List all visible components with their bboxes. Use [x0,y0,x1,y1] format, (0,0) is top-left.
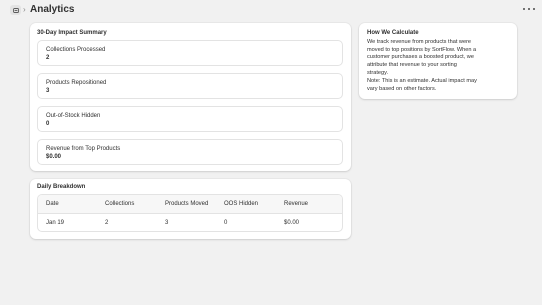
app-glyph-icon [12,7,19,13]
note-line: vary based on other factors. [367,85,437,92]
cell-revenue: $0.00 [284,220,300,226]
more-horizontal-icon[interactable] [523,4,535,14]
page-title: Analytics [30,4,75,15]
impact-summary-title: 30-Day Impact Summary [37,30,107,36]
description-line: customer purchases a boosted product, we [367,54,474,61]
table-header: Date Collections Products Moved OOS Hidd… [38,195,342,214]
daily-breakdown-card: Daily Breakdown Date Collections Product… [30,179,351,239]
description-line: We track revenue from products that were [367,39,472,45]
metric-value: 2 [46,55,50,61]
column-header-collections: Collections [105,201,135,207]
cell-date: Jan 19 [46,220,65,226]
calculation-description: We track revenue from products that were… [367,39,512,78]
metric-label: Out-of-Stock Hidden [46,113,101,119]
daily-breakdown-title: Daily Breakdown [37,184,86,190]
how-we-calculate-card: How We Calculate We track revenue from p… [359,23,517,99]
app-icon[interactable] [10,5,21,15]
metric-label: Collections Processed [46,47,106,53]
breadcrumb-chevron-icon: › [23,5,26,14]
table-row: Jan 19 2 3 0 $0.00 [38,214,342,231]
metric-label: Products Repositioned [46,80,107,86]
how-we-calculate-title: How We Calculate [367,30,419,36]
column-header-revenue: Revenue [284,201,309,207]
daily-breakdown-table: Date Collections Products Moved OOS Hidd… [37,194,343,232]
description-line: strategy. [367,69,389,76]
description-line: attribute that revenue to your sorting [367,62,457,69]
metric-revenue-top-products: Revenue from Top Products $0.00 [37,139,343,165]
metric-value: $0.00 [46,154,62,160]
metric-collections-processed: Collections Processed 2 [37,40,343,66]
metric-out-of-stock-hidden: Out-of-Stock Hidden 0 [37,106,343,132]
impact-summary-card: 30-Day Impact Summary Collections Proces… [30,23,351,171]
metric-value: 0 [46,121,50,127]
column-header-date: Date [46,201,59,207]
note-line: Note: This is an estimate. Actual impact… [367,78,477,84]
cell-collections: 2 [105,220,109,226]
estimate-note: Note: This is an estimate. Actual impact… [367,78,512,93]
metric-label: Revenue from Top Products [46,146,121,152]
cell-oos-hidden: 0 [224,220,228,226]
page-header: › Analytics [0,0,542,22]
cell-products-moved: 3 [165,220,169,226]
metric-products-repositioned: Products Repositioned 3 [37,73,343,99]
metric-value: 3 [46,88,50,94]
description-line: moved to top positions by SortFlow. When… [367,46,477,53]
column-header-oos-hidden: OOS Hidden [224,201,259,207]
column-header-products-moved: Products Moved [165,201,209,207]
